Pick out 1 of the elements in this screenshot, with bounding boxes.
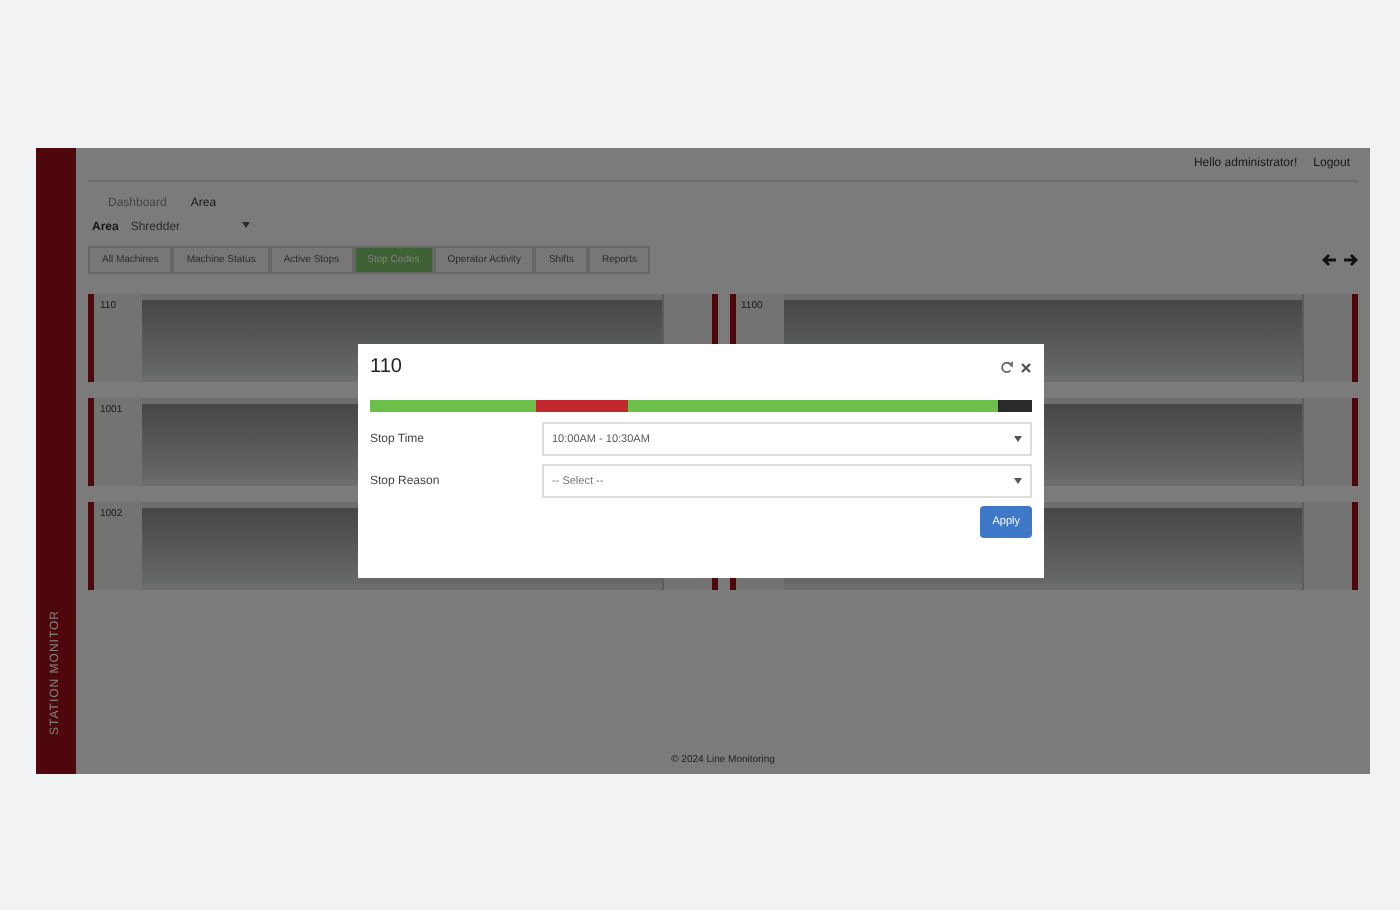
- dialog-title: 110: [370, 356, 402, 378]
